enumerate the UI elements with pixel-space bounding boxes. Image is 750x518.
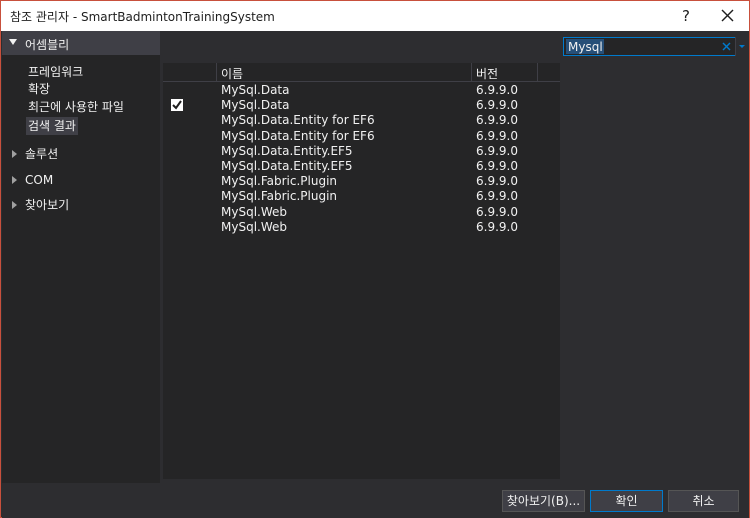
row-version: 6.9.9.0	[476, 83, 518, 97]
sidebar-item-assemblies[interactable]: 어셈블리	[2, 31, 160, 55]
collapsed-triangle-icon	[12, 150, 17, 158]
row-name: MySql.Web	[221, 204, 287, 219]
sidebar-item-label: 찾아보기	[25, 198, 70, 212]
results-grid: 이름 버전 MySql.Data 6.9.9.0 MySql.Data 6.9.9.0…	[163, 63, 560, 479]
row-name: MySql.Fabric.Plugin	[221, 174, 338, 189]
checkmark-icon	[172, 100, 182, 110]
sidebar-item-browse[interactable]: 찾아보기	[2, 195, 160, 215]
category-sidebar: 어셈블리 프레임워크 확장 최근에 사용한 파일 검색 결과 솔루션 COM 찾…	[2, 31, 160, 483]
column-header-name[interactable]: 이름	[221, 65, 243, 82]
ok-button[interactable]: 확인	[590, 490, 663, 512]
column-divider[interactable]	[216, 63, 217, 82]
sidebar-item-label: 어셈블리	[25, 38, 70, 52]
row-version: 6.9.9.0	[476, 98, 518, 113]
sidebar-item-label: 솔루션	[25, 147, 59, 161]
row-checkbox[interactable]	[171, 99, 183, 112]
sidebar-item-recent[interactable]: 최근에 사용한 파일	[26, 98, 126, 116]
sidebar-item-search-results[interactable]: 검색 결과	[26, 117, 78, 135]
search-options-dropdown[interactable]	[735, 37, 746, 56]
collapsed-triangle-icon	[12, 176, 17, 184]
chevron-down-icon	[739, 45, 745, 48]
table-row[interactable]: MySql.Web 6.9.9.0	[163, 220, 560, 235]
close-button[interactable]	[713, 4, 741, 28]
sidebar-item-framework[interactable]: 프레임워크	[26, 63, 85, 81]
table-row[interactable]: MySql.Fabric.Plugin 6.9.9.0	[163, 189, 560, 204]
dialog-footer: 찾아보기(B)... 확인 취소	[2, 483, 749, 518]
column-divider[interactable]	[537, 63, 538, 82]
row-version: 6.9.9.0	[476, 113, 518, 128]
table-row[interactable]: MySql.Data.Entity.EF5 6.9.9.0	[163, 159, 560, 174]
sidebar-item-com[interactable]: COM	[2, 170, 160, 190]
search-box[interactable]	[563, 37, 746, 56]
table-row[interactable]: MySql.Fabric.Plugin 6.9.9.0	[163, 174, 560, 189]
grid-header: 이름 버전	[163, 63, 560, 82]
table-row[interactable]: MySql.Web 6.9.9.0	[163, 205, 560, 220]
row-name: MySql.Web	[221, 219, 287, 234]
row-version: 6.9.9.0	[476, 219, 518, 234]
column-header-version[interactable]: 버전	[476, 65, 498, 82]
expanded-triangle-icon	[9, 39, 17, 45]
row-name: MySql.Data	[221, 83, 290, 97]
clear-icon	[722, 42, 731, 51]
collapsed-triangle-icon	[12, 201, 17, 209]
browse-button[interactable]: 찾아보기(B)...	[502, 490, 585, 512]
row-name: MySql.Data.Entity for EF6	[221, 113, 375, 128]
clear-search-button[interactable]	[720, 40, 733, 53]
column-divider[interactable]	[471, 63, 472, 82]
row-name: MySql.Data.Entity for EF6	[221, 128, 375, 143]
table-row[interactable]: MySql.Data 6.9.9.0	[163, 83, 560, 98]
sidebar-item-label: COM	[25, 173, 54, 187]
row-name: MySql.Fabric.Plugin	[221, 189, 338, 204]
window-title: 참조 관리자 - SmartBadmintonTrainingSystem	[10, 10, 275, 24]
sidebar-item-extensions[interactable]: 확장	[26, 80, 52, 98]
title-bar: 참조 관리자 - SmartBadmintonTrainingSystem ?	[1, 1, 749, 31]
reference-manager-window: 참조 관리자 - SmartBadmintonTrainingSystem ? …	[0, 0, 750, 518]
row-version: 6.9.9.0	[476, 159, 518, 173]
row-name: MySql.Data.Entity.EF5	[221, 159, 353, 173]
help-button[interactable]: ?	[672, 4, 700, 28]
row-version: 6.9.9.0	[476, 128, 518, 143]
row-name: MySql.Data.Entity.EF5	[221, 143, 353, 158]
table-row[interactable]: MySql.Data.Entity for EF6 6.9.9.0	[163, 113, 560, 128]
table-row[interactable]: MySql.Data.Entity for EF6 6.9.9.0	[163, 129, 560, 144]
close-icon	[721, 9, 733, 22]
search-input[interactable]	[566, 39, 604, 54]
row-name: MySql.Data	[221, 98, 290, 113]
row-version: 6.9.9.0	[476, 143, 518, 158]
table-row[interactable]: MySql.Data 6.9.9.0	[163, 98, 560, 113]
row-version: 6.9.9.0	[476, 189, 518, 204]
sidebar-item-solution[interactable]: 솔루션	[2, 144, 160, 164]
row-version: 6.9.9.0	[476, 204, 518, 219]
row-version: 6.9.9.0	[476, 174, 518, 189]
table-row[interactable]: MySql.Data.Entity.EF5 6.9.9.0	[163, 144, 560, 159]
cancel-button[interactable]: 취소	[668, 490, 739, 512]
